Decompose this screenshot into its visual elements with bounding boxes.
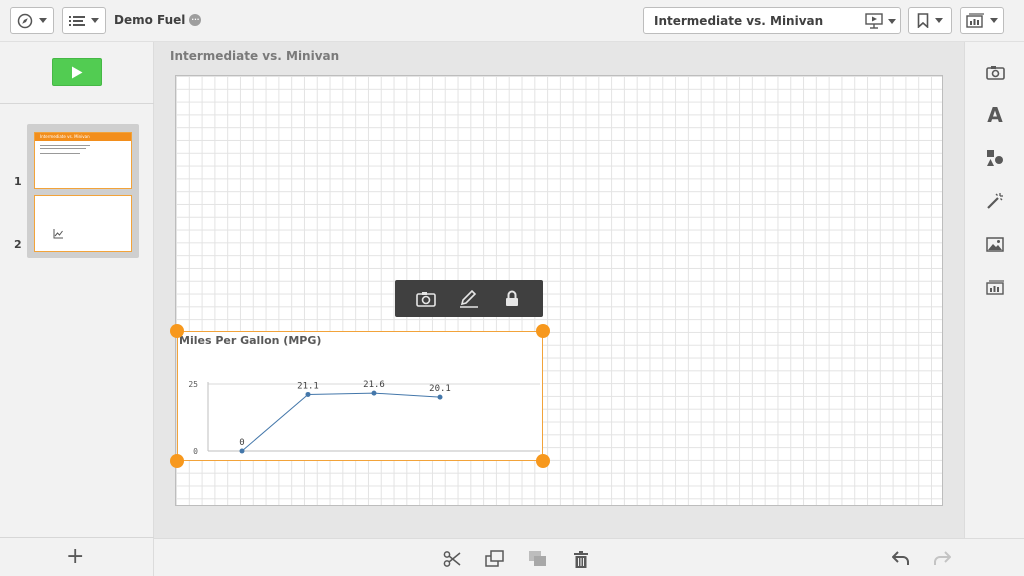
cut-icon[interactable] xyxy=(442,549,462,569)
sheet-icon[interactable] xyxy=(985,277,1005,297)
sheet-selector-label: Intermediate vs. Minivan xyxy=(654,14,824,28)
navigation-button[interactable] xyxy=(10,7,54,34)
chevron-down-icon xyxy=(935,18,943,23)
thumbnail-line xyxy=(40,148,86,149)
slide-editor: Intermediate vs. Minivan xyxy=(154,42,964,538)
slide-title: Intermediate vs. Minivan xyxy=(170,49,340,63)
effects-icon[interactable] xyxy=(985,191,1005,211)
line-chart-icon xyxy=(53,229,63,239)
app-title[interactable]: Demo Fuel ··· xyxy=(114,13,202,27)
series-line xyxy=(241,392,441,452)
object-toolbar xyxy=(395,280,543,317)
presentation-icon[interactable] xyxy=(865,13,883,29)
data-point xyxy=(371,390,377,396)
paste-icon[interactable] xyxy=(528,549,548,569)
chevron-down-icon xyxy=(91,18,99,23)
bookmark-icon xyxy=(917,13,929,28)
slide-number: 1 xyxy=(14,175,22,188)
add-slide-button[interactable]: + xyxy=(66,546,84,568)
slide-number: 2 xyxy=(14,238,22,251)
story-icon xyxy=(966,13,984,28)
line-chart: 25 0 0 21.1 21.6 20.1 xyxy=(188,380,540,456)
text-icon[interactable]: A xyxy=(985,103,1005,127)
compass-icon xyxy=(17,13,33,28)
chevron-down-icon[interactable] xyxy=(888,19,896,24)
slide-thumbnail-2[interactable] xyxy=(34,195,132,252)
camera-icon[interactable] xyxy=(411,284,441,314)
slide-thumbnail-title: Intermediate vs. Minivan xyxy=(35,133,131,141)
data-point xyxy=(437,394,443,400)
play-button[interactable] xyxy=(52,58,102,86)
history-toolbar xyxy=(964,538,1024,576)
bookmarks-button[interactable] xyxy=(908,7,952,34)
left-panel-footer: + xyxy=(0,537,154,576)
resize-handle-top-left[interactable] xyxy=(170,324,184,338)
data-point xyxy=(305,391,311,397)
delete-icon[interactable] xyxy=(571,549,591,569)
list-icon xyxy=(69,15,85,26)
menu-button[interactable] xyxy=(62,7,106,34)
thumbnail-line xyxy=(40,153,80,154)
app-title-text: Demo Fuel xyxy=(114,13,186,27)
story-button[interactable] xyxy=(960,7,1004,34)
chart-object[interactable]: Miles Per Gallon (MPG) 25 0 0 21.1 21.6 20.1 xyxy=(177,331,543,461)
data-label: 21.6 xyxy=(363,380,385,390)
y-tick-label: 25 xyxy=(188,380,198,389)
edit-toolbar xyxy=(154,538,964,576)
thumbnail-line xyxy=(40,145,90,146)
redo-icon[interactable] xyxy=(932,548,952,568)
insert-panel: A xyxy=(964,42,1024,576)
sheet-selector[interactable]: Intermediate vs. Minivan xyxy=(643,7,901,34)
resize-handle-bottom-left[interactable] xyxy=(170,454,184,468)
copy-icon[interactable] xyxy=(485,549,505,569)
chevron-down-icon xyxy=(39,18,47,23)
play-icon xyxy=(72,66,83,78)
divider xyxy=(0,103,154,104)
more-icon[interactable]: ··· xyxy=(189,14,202,26)
data-label: 20.1 xyxy=(429,384,451,394)
pencil-icon[interactable] xyxy=(454,284,484,314)
y-tick-label: 0 xyxy=(193,447,198,456)
shapes-icon[interactable] xyxy=(985,148,1005,168)
top-toolbar: Demo Fuel ··· Intermediate vs. Minivan xyxy=(0,0,1024,42)
data-label: 21.1 xyxy=(297,381,319,391)
resize-handle-bottom-right[interactable] xyxy=(536,454,550,468)
snapshot-icon[interactable] xyxy=(985,62,1005,82)
chevron-down-icon xyxy=(990,18,998,23)
undo-icon[interactable] xyxy=(891,548,911,568)
slides-panel: 1 Intermediate vs. Minivan 2 + xyxy=(0,42,154,576)
lock-icon[interactable] xyxy=(497,284,527,314)
data-point xyxy=(239,448,245,454)
slide-thumbnail-1[interactable]: Intermediate vs. Minivan xyxy=(34,132,132,189)
image-icon[interactable] xyxy=(985,234,1005,254)
data-label: 0 xyxy=(239,438,244,448)
resize-handle-top-right[interactable] xyxy=(536,324,550,338)
